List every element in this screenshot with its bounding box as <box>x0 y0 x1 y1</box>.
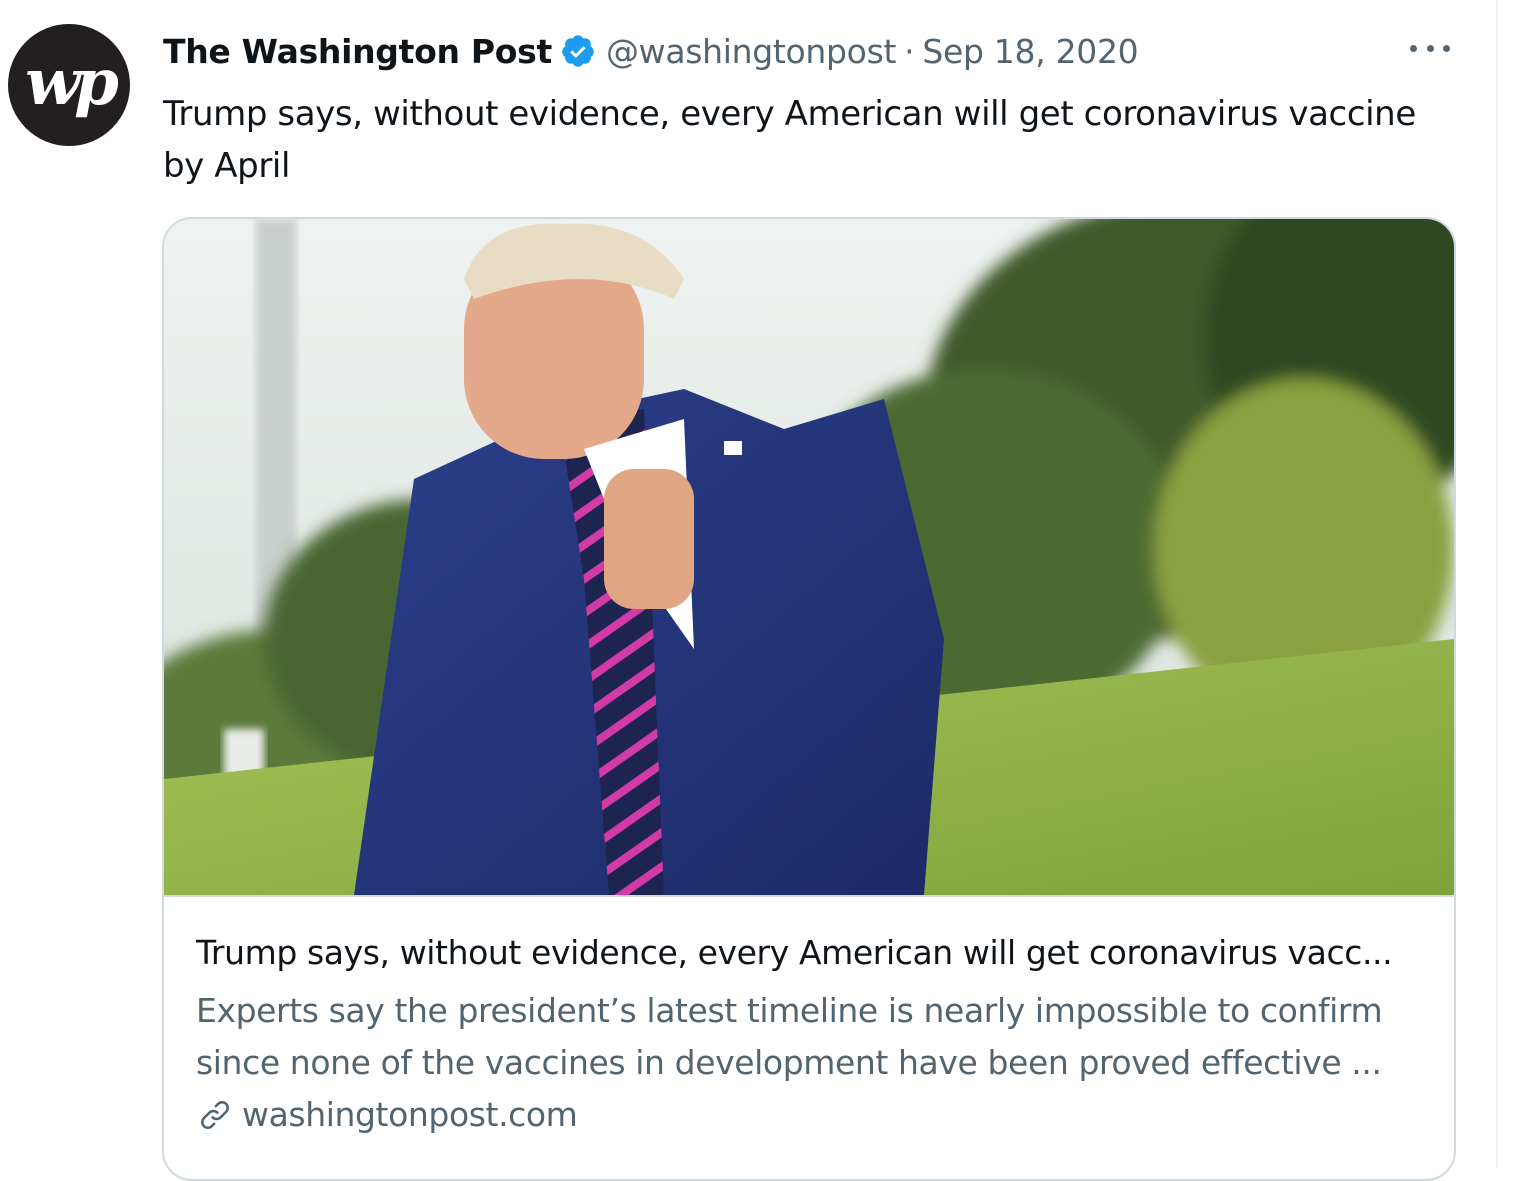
handle[interactable]: @washingtonpost <box>606 32 896 71</box>
tweet-date[interactable]: Sep 18, 2020 <box>922 32 1138 71</box>
display-name[interactable]: The Washington Post <box>163 32 552 71</box>
avatar-logo: wp <box>25 45 119 120</box>
card-title[interactable]: Trump says, without evidence, every Amer… <box>196 931 1426 975</box>
card-image[interactable] <box>164 219 1454 897</box>
card-domain-text: washingtonpost.com <box>242 1095 578 1134</box>
separator-dot: · <box>904 31 915 71</box>
link-card[interactable]: Trump says, without evidence, every Amer… <box>162 217 1456 1181</box>
verified-badge-icon <box>562 35 594 67</box>
tweet-header: The Washington Post @washingtonpost · Se… <box>163 28 1139 74</box>
more-options-button[interactable] <box>1410 36 1450 60</box>
card-photo <box>164 219 1454 895</box>
card-description: Experts say the president’s latest timel… <box>196 991 1383 1082</box>
card-domain[interactable]: washingtonpost.com <box>196 1095 578 1134</box>
avatar[interactable]: wp <box>8 24 130 146</box>
timeline-divider <box>1496 0 1498 1168</box>
more-horizontal-icon <box>1410 44 1417 52</box>
tweet-text: Trump says, without evidence, every Amer… <box>163 94 1416 186</box>
link-icon <box>201 1100 229 1129</box>
